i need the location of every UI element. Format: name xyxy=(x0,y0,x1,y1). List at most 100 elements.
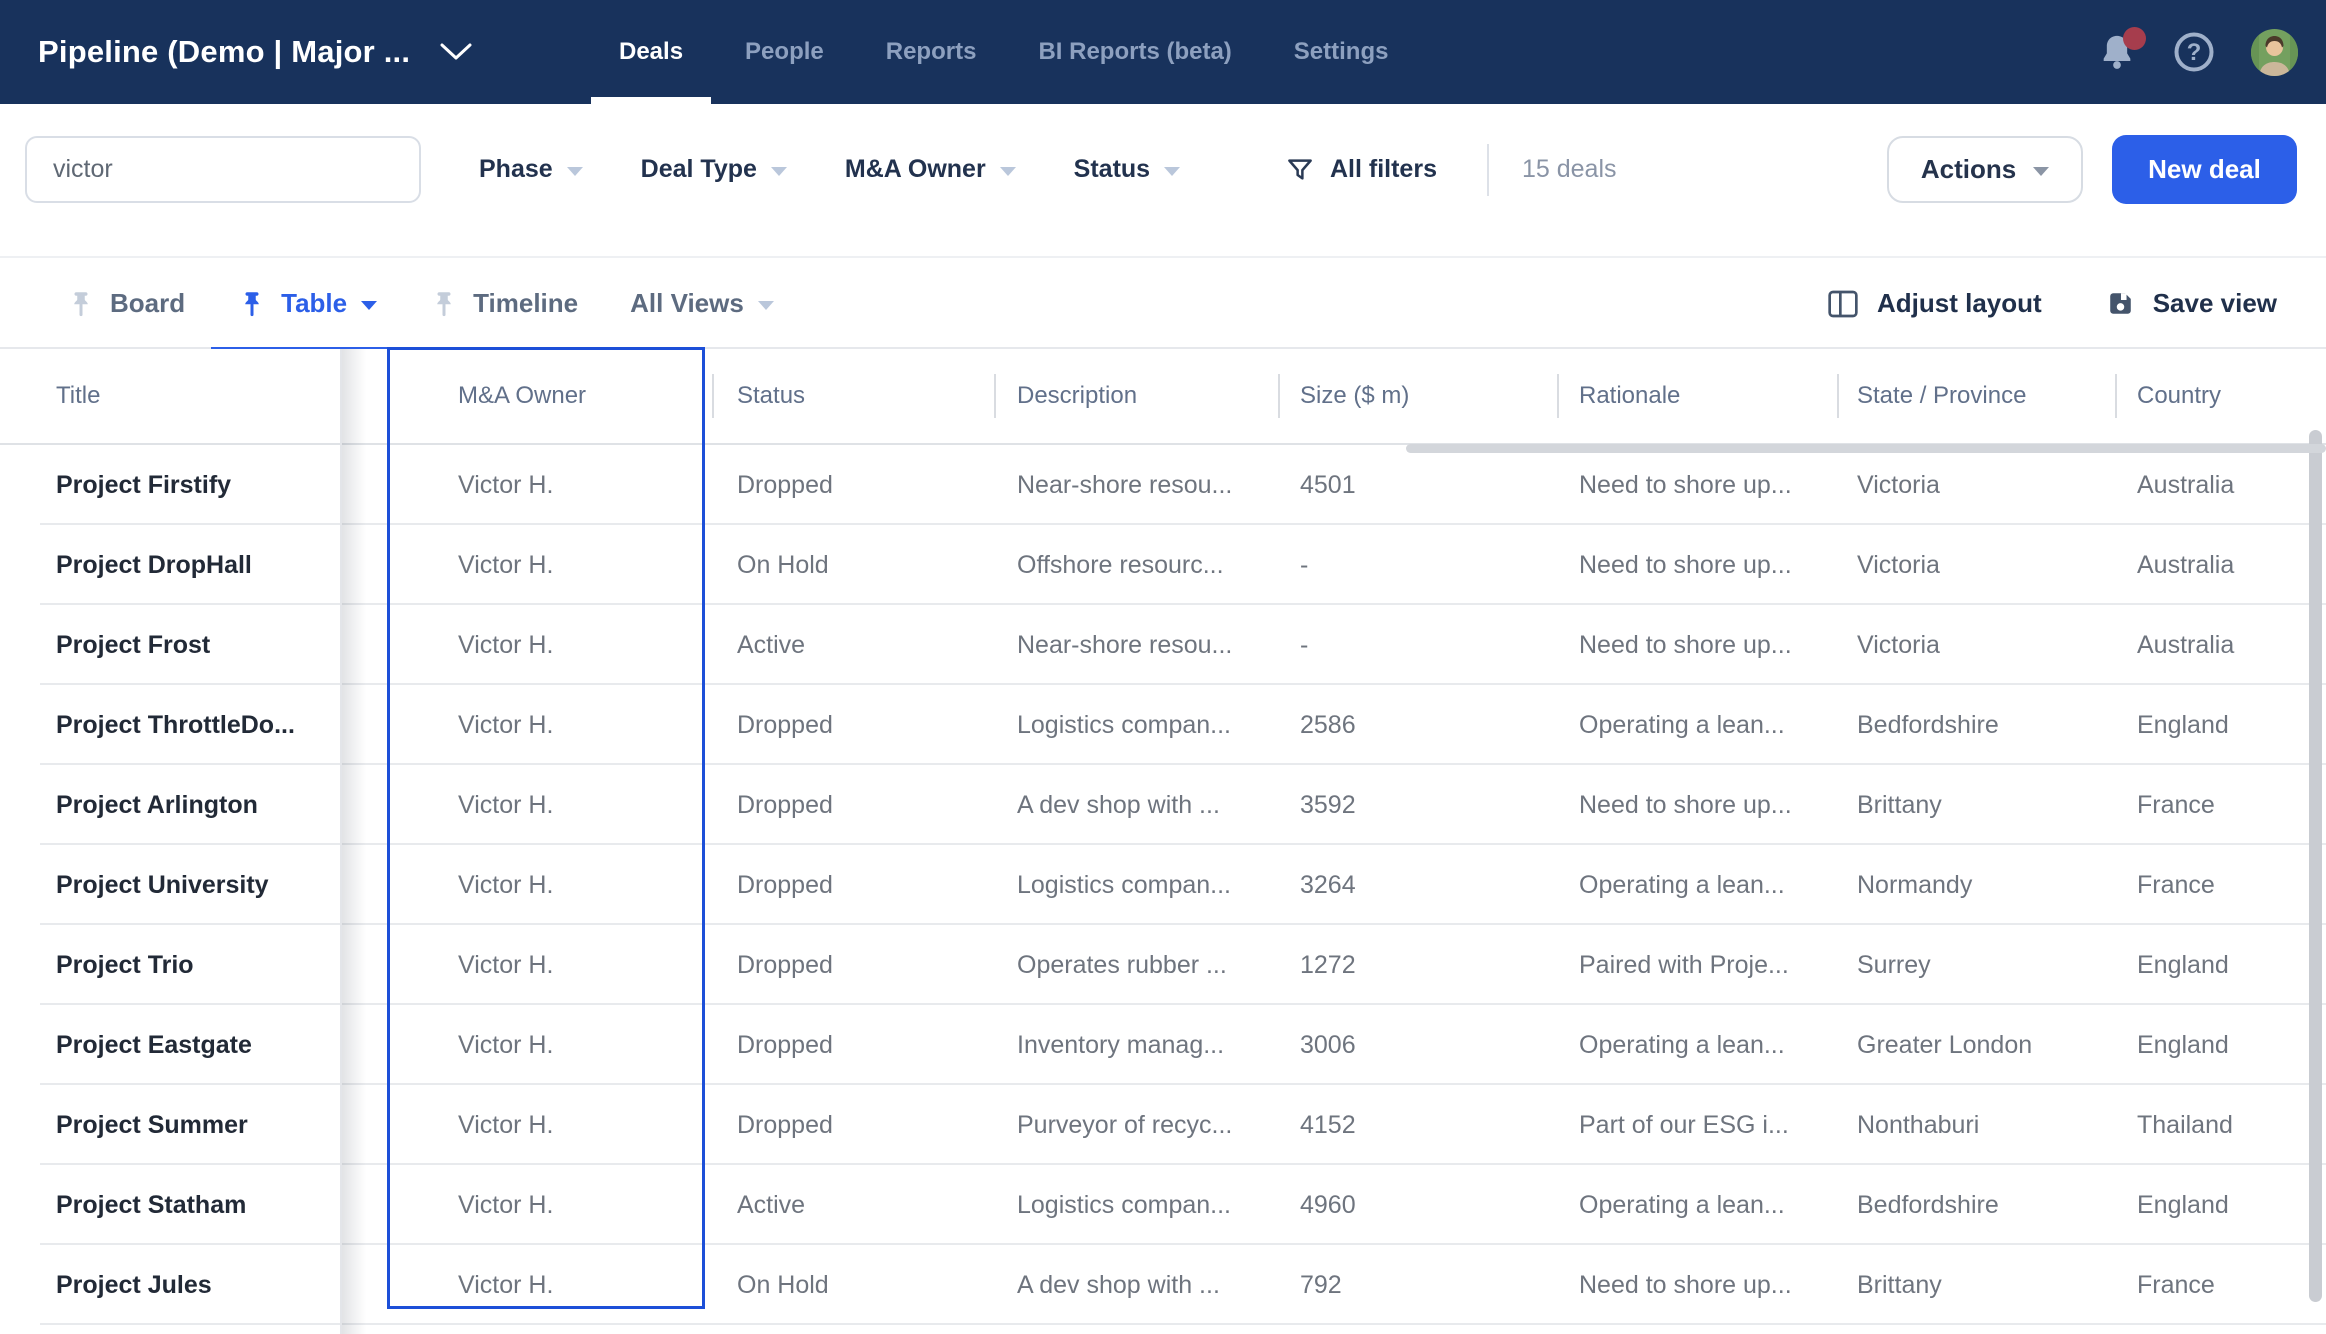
cell-description[interactable]: Purveyor of recyc... xyxy=(994,1111,1278,1140)
cell-description[interactable]: Operates rubber ... xyxy=(994,951,1278,980)
nav-tab-deals[interactable]: Deals xyxy=(588,0,714,104)
cell-size[interactable]: - xyxy=(1278,631,1557,660)
cell-size[interactable]: 3592 xyxy=(1278,791,1557,820)
table-row[interactable]: Project FirstifyVictor H.DroppedNear-sho… xyxy=(0,445,2326,525)
cell-rationale[interactable]: Need to shore up... xyxy=(1557,471,1837,500)
user-avatar[interactable] xyxy=(2251,29,2298,76)
cell-status[interactable]: Active xyxy=(712,1191,994,1220)
cell-rationale[interactable]: Need to shore up... xyxy=(1557,631,1837,660)
column-header-status[interactable]: Status xyxy=(712,349,994,443)
filter-status[interactable]: Status xyxy=(1074,155,1180,184)
cell-status[interactable]: Dropped xyxy=(712,1031,994,1060)
column-header-description[interactable]: Description xyxy=(994,349,1278,443)
save-view-button[interactable]: Save view xyxy=(2106,288,2277,319)
cell-size[interactable]: 3264 xyxy=(1278,871,1557,900)
cell-title[interactable]: Project Jules xyxy=(0,1271,340,1300)
cell-title[interactable]: Project University xyxy=(0,871,340,900)
table-row[interactable]: Project ArlingtonVictor H.DroppedA dev s… xyxy=(0,765,2326,845)
cell-status[interactable]: Active xyxy=(712,631,994,660)
cell-state[interactable]: Nonthaburi xyxy=(1837,1111,2115,1140)
actions-button[interactable]: Actions xyxy=(1887,136,2083,203)
cell-owner[interactable]: Victor H. xyxy=(389,1111,712,1140)
cell-rationale[interactable]: Part of our ESG i... xyxy=(1557,1111,1837,1140)
cell-country[interactable]: Australia xyxy=(2115,471,2326,500)
cell-description[interactable]: Inventory manag... xyxy=(994,1031,1278,1060)
view-tab-board[interactable]: Board xyxy=(40,258,211,349)
cell-title[interactable]: Project Firstify xyxy=(0,471,340,500)
column-header-country[interactable]: Country xyxy=(2115,349,2326,443)
adjust-layout-button[interactable]: Adjust layout xyxy=(1827,288,2042,319)
cell-state[interactable]: Normandy xyxy=(1837,871,2115,900)
view-tab-table[interactable]: Table xyxy=(211,258,403,349)
cell-status[interactable]: Dropped xyxy=(712,711,994,740)
cell-rationale[interactable]: Operating a lean... xyxy=(1557,1191,1837,1220)
table-row[interactable]: Project StathamVictor H.ActiveLogistics … xyxy=(0,1165,2326,1245)
pipeline-selector[interactable]: Pipeline (Demo | Major ... xyxy=(38,0,474,104)
cell-state[interactable]: Greater London xyxy=(1837,1031,2115,1060)
table-row[interactable]: Project DropHallVictor H.On HoldOffshore… xyxy=(0,525,2326,605)
filter-ma-owner[interactable]: M&A Owner xyxy=(845,155,1016,184)
cell-owner[interactable]: Victor H. xyxy=(389,871,712,900)
search-input[interactable] xyxy=(25,136,421,203)
help-button[interactable]: ? xyxy=(2173,31,2215,73)
cell-status[interactable]: Dropped xyxy=(712,471,994,500)
filter-phase[interactable]: Phase xyxy=(479,155,583,184)
column-header-size[interactable]: Size ($ m) xyxy=(1278,349,1557,443)
cell-rationale[interactable]: Need to shore up... xyxy=(1557,551,1837,580)
cell-state[interactable]: Bedfordshire xyxy=(1837,1191,2115,1220)
view-tab-timeline[interactable]: Timeline xyxy=(403,258,604,349)
cell-description[interactable]: Logistics compan... xyxy=(994,711,1278,740)
cell-state[interactable]: Brittany xyxy=(1837,791,2115,820)
cell-owner[interactable]: Victor H. xyxy=(389,1191,712,1220)
cell-state[interactable]: Victoria xyxy=(1837,471,2115,500)
nav-tab-bi-reports[interactable]: BI Reports (beta) xyxy=(1007,0,1262,104)
all-filters-button[interactable]: All filters xyxy=(1285,136,1437,203)
column-header-rationale[interactable]: Rationale xyxy=(1557,349,1837,443)
cell-state[interactable]: Surrey xyxy=(1837,951,2115,980)
cell-description[interactable]: Near-shore resou... xyxy=(994,471,1278,500)
cell-owner[interactable]: Victor H. xyxy=(389,551,712,580)
vertical-scrollbar-thumb[interactable] xyxy=(2309,430,2322,1302)
cell-status[interactable]: Dropped xyxy=(712,1111,994,1140)
cell-country[interactable]: France xyxy=(2115,1271,2326,1300)
cell-title[interactable]: Project Statham xyxy=(0,1191,340,1220)
cell-rationale[interactable]: Need to shore up... xyxy=(1557,791,1837,820)
cell-description[interactable]: Near-shore resou... xyxy=(994,631,1278,660)
cell-owner[interactable]: Victor H. xyxy=(389,631,712,660)
cell-description[interactable]: Logistics compan... xyxy=(994,871,1278,900)
cell-rationale[interactable]: Paired with Proje... xyxy=(1557,951,1837,980)
cell-status[interactable]: On Hold xyxy=(712,551,994,580)
horizontal-scrollbar-thumb[interactable] xyxy=(1406,444,2326,453)
table-row[interactable]: Project ThrottleDo...Victor H.DroppedLog… xyxy=(0,685,2326,765)
nav-tab-settings[interactable]: Settings xyxy=(1263,0,1420,104)
cell-state[interactable]: Victoria xyxy=(1837,631,2115,660)
cell-size[interactable]: 4152 xyxy=(1278,1111,1557,1140)
cell-country[interactable]: France xyxy=(2115,871,2326,900)
cell-title[interactable]: Project DropHall xyxy=(0,551,340,580)
cell-country[interactable]: England xyxy=(2115,711,2326,740)
cell-owner[interactable]: Victor H. xyxy=(389,711,712,740)
cell-rationale[interactable]: Operating a lean... xyxy=(1557,711,1837,740)
cell-status[interactable]: Dropped xyxy=(712,871,994,900)
table-row[interactable]: Project EastgateVictor H.DroppedInventor… xyxy=(0,1005,2326,1085)
cell-title[interactable]: Project Frost xyxy=(0,631,340,660)
new-deal-button[interactable]: New deal xyxy=(2112,135,2297,204)
table-row[interactable]: Project University Victor H.DroppedLogist… xyxy=(0,845,2326,925)
cell-state[interactable]: Bedfordshire xyxy=(1837,711,2115,740)
cell-rationale[interactable]: Operating a lean... xyxy=(1557,1031,1837,1060)
table-row[interactable]: Project Frost Victor H.ActiveNear-shore r… xyxy=(0,605,2326,685)
cell-title[interactable]: Project Arlington xyxy=(0,791,340,820)
column-header-state-province[interactable]: State / Province xyxy=(1837,349,2115,443)
cell-state[interactable]: Victoria xyxy=(1837,551,2115,580)
table-row[interactable]: Project JulesVictor H.On HoldA dev shop … xyxy=(0,1245,2326,1325)
cell-description[interactable]: A dev shop with ... xyxy=(994,791,1278,820)
cell-status[interactable]: Dropped xyxy=(712,791,994,820)
filter-deal-type[interactable]: Deal Type xyxy=(641,155,787,184)
column-header-ma-owner[interactable]: M&A Owner xyxy=(389,349,712,443)
cell-country[interactable]: Australia xyxy=(2115,551,2326,580)
cell-country[interactable]: Australia xyxy=(2115,631,2326,660)
cell-size[interactable]: 3006 xyxy=(1278,1031,1557,1060)
cell-size[interactable]: 1272 xyxy=(1278,951,1557,980)
cell-country[interactable]: England xyxy=(2115,1031,2326,1060)
cell-description[interactable]: A dev shop with ... xyxy=(994,1271,1278,1300)
